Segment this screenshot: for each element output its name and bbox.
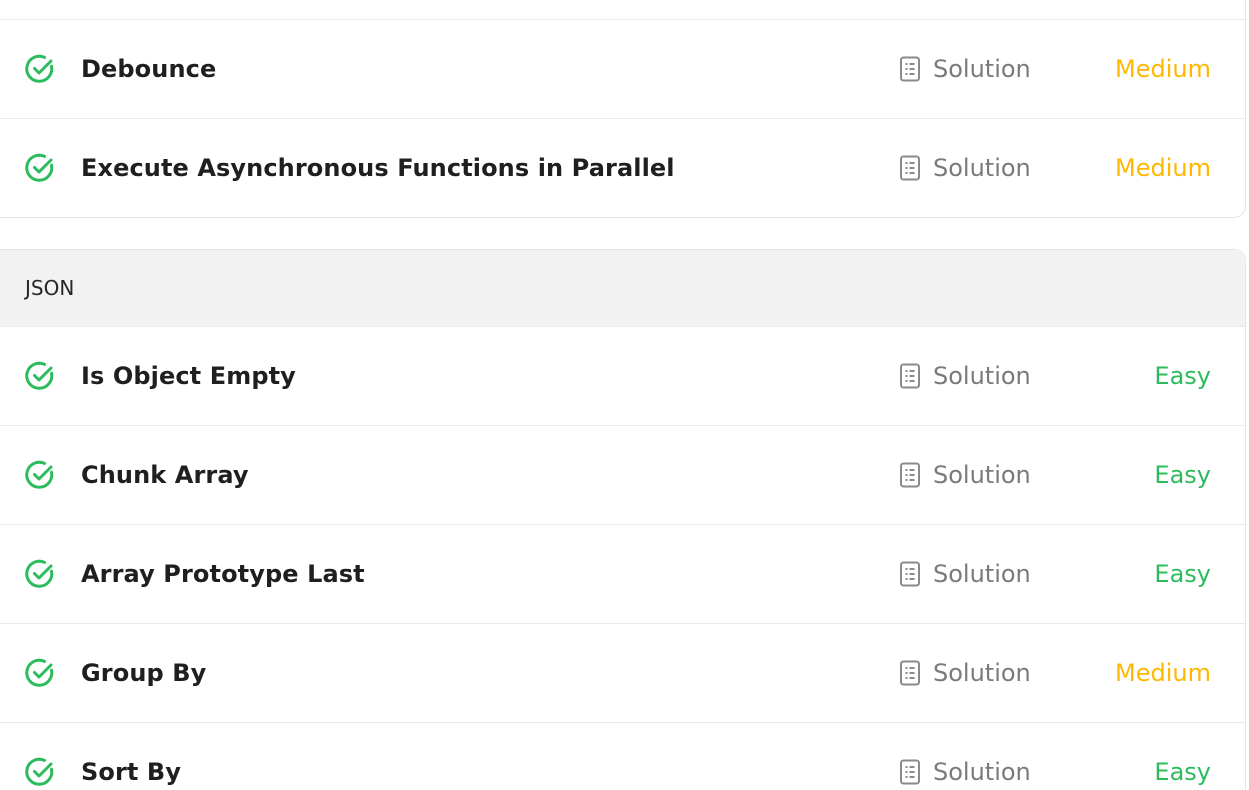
- problem-title[interactable]: Group By: [81, 659, 206, 687]
- check-circle-icon: [25, 757, 54, 786]
- difficulty-badge: Easy: [1154, 461, 1211, 489]
- solution-label[interactable]: Solution: [933, 758, 1031, 786]
- group-title: JSON: [25, 276, 75, 300]
- problem-row[interactable]: Execute Asynchronous Functions in Parall…: [0, 118, 1245, 217]
- problem-title[interactable]: Sort By: [81, 758, 181, 786]
- document-icon: [900, 561, 920, 587]
- problem-title[interactable]: Chunk Array: [81, 461, 249, 489]
- problem-title[interactable]: Execute Asynchronous Functions in Parall…: [81, 154, 675, 182]
- document-icon: [900, 56, 920, 82]
- document-icon: [900, 363, 920, 389]
- document-icon: [900, 155, 920, 181]
- check-circle-icon: [25, 361, 54, 390]
- solution-label[interactable]: Solution: [933, 154, 1031, 182]
- difficulty-badge: Medium: [1115, 659, 1211, 687]
- solution-label[interactable]: Solution: [933, 659, 1031, 687]
- solution-link[interactable]: Solution: [899, 362, 1031, 390]
- solution-link[interactable]: Solution: [899, 659, 1031, 687]
- document-icon: [900, 462, 920, 488]
- problem-row[interactable]: Sort By Solution Easy: [0, 722, 1245, 790]
- difficulty-badge: Medium: [1115, 154, 1211, 182]
- difficulty-badge: Easy: [1154, 362, 1211, 390]
- problem-row[interactable]: Array Prototype Last Solution Easy: [0, 524, 1245, 623]
- solution-link[interactable]: Solution: [899, 560, 1031, 588]
- solution-label[interactable]: Solution: [933, 362, 1031, 390]
- check-circle-icon: [25, 559, 54, 588]
- document-icon: [900, 759, 920, 785]
- check-circle-icon: [25, 54, 54, 83]
- solution-link[interactable]: Solution: [899, 758, 1031, 786]
- problem-list-page: Debounce Solution Medium Execute Asynchr…: [0, 0, 1249, 790]
- solution-link[interactable]: Solution: [899, 461, 1031, 489]
- difficulty-badge: Medium: [1115, 55, 1211, 83]
- problem-title[interactable]: Debounce: [81, 55, 216, 83]
- document-icon: [900, 660, 920, 686]
- solution-label[interactable]: Solution: [933, 560, 1031, 588]
- difficulty-badge: Easy: [1154, 560, 1211, 588]
- group-header: JSON: [0, 250, 1245, 326]
- solution-link[interactable]: Solution: [899, 154, 1031, 182]
- check-circle-icon: [25, 460, 54, 489]
- json-group-card: JSON Is Object Empty Solution Easy Chunk…: [0, 249, 1246, 790]
- solution-link[interactable]: Solution: [899, 55, 1031, 83]
- problem-row[interactable]: Is Object Empty Solution Easy: [0, 326, 1245, 425]
- problem-title[interactable]: Is Object Empty: [81, 362, 296, 390]
- solution-label[interactable]: Solution: [933, 461, 1031, 489]
- solution-label[interactable]: Solution: [933, 55, 1031, 83]
- problem-row[interactable]: Chunk Array Solution Easy: [0, 425, 1245, 524]
- problem-title[interactable]: Array Prototype Last: [81, 560, 365, 588]
- difficulty-badge: Easy: [1154, 758, 1211, 786]
- problem-row[interactable]: Group By Solution Medium: [0, 623, 1245, 722]
- problem-group-card: Debounce Solution Medium Execute Asynchr…: [0, 0, 1246, 218]
- check-circle-icon: [25, 153, 54, 182]
- problem-row[interactable]: Debounce Solution Medium: [0, 19, 1245, 118]
- check-circle-icon: [25, 658, 54, 687]
